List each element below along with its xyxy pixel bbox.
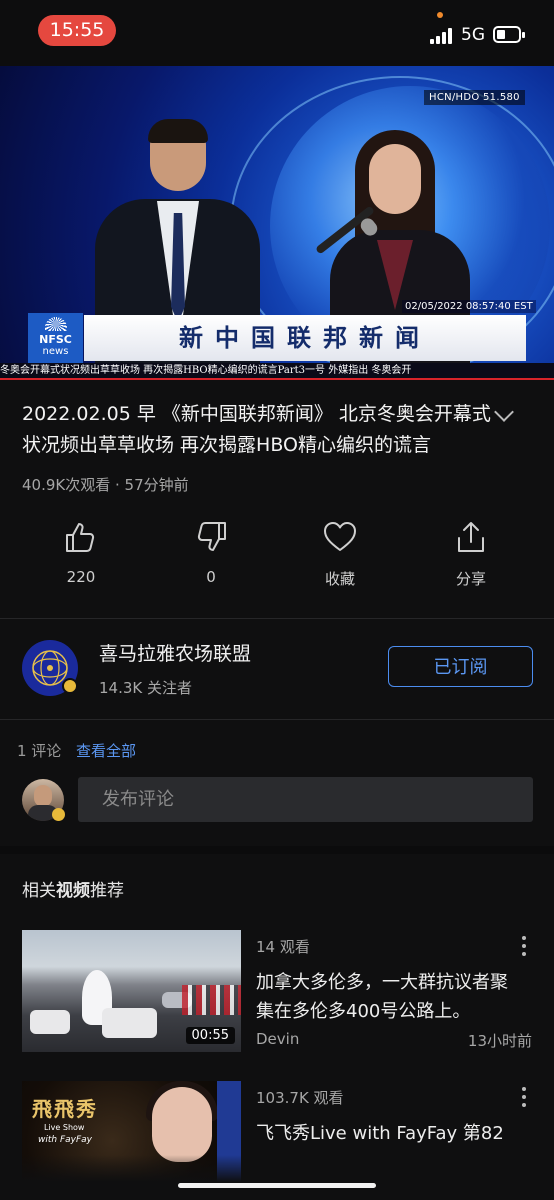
verified-badge-icon [62, 678, 78, 694]
channel-tag: HCN/HDO 51.580 [424, 90, 525, 105]
news-ticker: 冬奥会开幕式状况频出草草收场 再次揭露HBO精心编织的谎言Part3一号 外媒指… [0, 363, 554, 378]
video-duration: 00:55 [185, 1027, 235, 1044]
signal-icon [430, 28, 454, 44]
subscribe-button[interactable]: 已订阅 [388, 646, 533, 687]
divider [0, 719, 554, 720]
comment-count: 1 评论 [17, 742, 62, 760]
dislike-button[interactable]: 0 [166, 520, 256, 586]
lotus-icon [45, 317, 67, 331]
like-count: 220 [66, 568, 96, 586]
card-title[interactable]: 飞飞秀Live with FayFay 第82 [256, 1119, 518, 1148]
action-row: 220 0 收藏 分享 [22, 520, 532, 592]
network-type: 5G [461, 25, 485, 45]
comment-input[interactable] [78, 777, 533, 822]
chevron-down-icon[interactable] [494, 402, 514, 422]
home-indicator[interactable] [178, 1183, 376, 1188]
nfsc-logo: NFSC news [28, 313, 83, 363]
video-title[interactable]: 2022.02.05 早 《新中国联邦新闻》 北京冬奥会开幕式状况频出草草收场 … [22, 399, 492, 461]
video-thumbnail[interactable]: 00:55 [22, 930, 241, 1052]
share-label: 分享 [455, 570, 486, 588]
card-views: 103.7K 观看 [256, 1089, 344, 1107]
more-options-icon[interactable] [521, 936, 527, 958]
more-options-icon[interactable] [521, 1087, 527, 1109]
card-views: 14 观看 [256, 938, 310, 956]
dislike-count: 0 [206, 568, 216, 586]
status-bar: 15:55 5G [0, 0, 554, 66]
heart-icon [324, 522, 356, 551]
user-badge-icon [52, 808, 65, 821]
divider [0, 618, 554, 619]
section-divider [0, 846, 554, 854]
related-heading: 相关视频推荐 [22, 881, 124, 901]
card-title[interactable]: 加拿大多伦多，一大群抗议者聚集在多伦多400号公路上。 [256, 968, 518, 1026]
privacy-indicator-icon [437, 12, 443, 18]
thumbs-up-icon [66, 523, 95, 552]
thumbs-down-icon [197, 522, 226, 551]
favorite-label: 收藏 [324, 570, 355, 588]
like-button[interactable]: 220 [36, 520, 126, 586]
status-time: 15:55 [38, 15, 116, 46]
subscriber-count: 14.3K 关注者 [99, 679, 193, 697]
card-age: 13小时前 [467, 1032, 532, 1050]
video-meta: 40.9K次观看 · 57分钟前 [22, 476, 189, 494]
share-button[interactable]: 分享 [426, 520, 516, 589]
see-all-comments-link[interactable]: 查看全部 [76, 740, 136, 761]
video-timestamp: 02/05/2022 08:57:40 EST [402, 300, 536, 313]
channel-name[interactable]: 喜马拉雅农场联盟 [99, 639, 251, 666]
battery-icon [493, 26, 525, 43]
favorite-button[interactable]: 收藏 [295, 520, 385, 589]
card-author[interactable]: Devin [256, 1030, 299, 1048]
share-icon [458, 522, 484, 552]
news-banner: 新中国联邦新闻 [84, 315, 526, 361]
video-player[interactable]: HCN/HDO 51.580 02/05/2022 08:57:40 EST N… [0, 66, 554, 380]
thumb-brand: 飛飛秀 [32, 1097, 98, 1121]
